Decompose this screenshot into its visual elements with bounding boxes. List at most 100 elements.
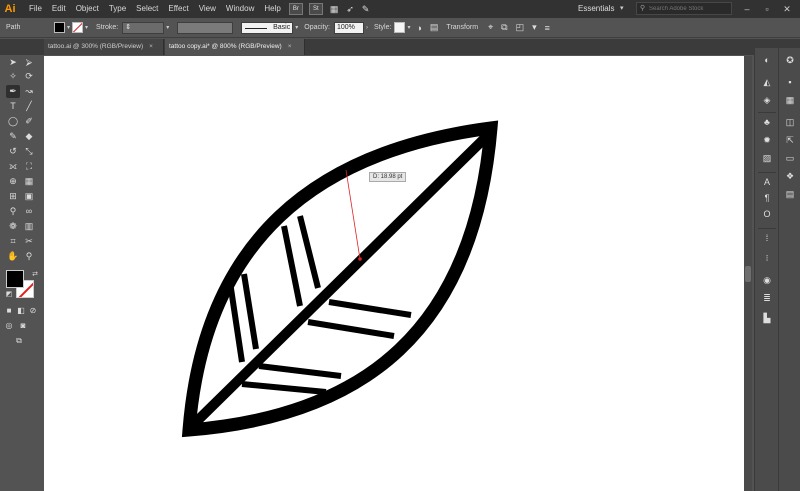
menu-file[interactable]: File (24, 0, 47, 18)
chevron-down-icon[interactable]: ▾ (620, 3, 624, 15)
free-transform-tool-icon[interactable]: ⛶ (22, 160, 36, 173)
zoom-tool-icon[interactable]: ⚲ (22, 250, 36, 263)
bridge-icon[interactable]: Br (288, 3, 303, 15)
pathfinder-panel-icon[interactable]: ◉ (760, 274, 774, 287)
fill-swatch[interactable] (6, 270, 24, 288)
curvature-tool-icon[interactable]: ↝ (22, 85, 36, 98)
symbols-panel-icon[interactable]: ♣ (760, 116, 774, 129)
select-similar-icon[interactable]: ⧉ (501, 22, 507, 33)
menu-help[interactable]: Help (259, 0, 285, 18)
align-icon[interactable]: ▤ (430, 22, 439, 33)
swap-fill-stroke-icon[interactable]: ⇄ (28, 268, 42, 281)
fill-color-swatch[interactable] (54, 22, 65, 33)
properties-panel-icon[interactable]: ◐ (760, 54, 774, 67)
brushes-panel-icon[interactable]: ▨ (760, 152, 774, 165)
menu-object[interactable]: Object (71, 0, 104, 18)
style-label[interactable]: Style: (374, 24, 392, 31)
libraries-panel-icon[interactable]: ✪ (783, 54, 797, 67)
graphic-style-swatch[interactable] (394, 22, 406, 33)
scrollbar-thumb[interactable] (745, 266, 751, 282)
line-segment-tool-icon[interactable]: ╱ (22, 100, 36, 113)
transform-link[interactable]: Transform (446, 24, 478, 31)
stroke-color-swatch[interactable] (72, 22, 84, 33)
eraser-tool-icon[interactable]: ◆ (22, 130, 36, 143)
paintbrush-tool-icon[interactable]: ✐ (22, 115, 36, 128)
stock-icon[interactable]: St (308, 3, 323, 15)
menu-edit[interactable]: Edit (47, 0, 71, 18)
draw-inside-icon[interactable]: ◙ (16, 319, 30, 332)
vertical-scrollbar[interactable] (744, 56, 752, 491)
blend-tool-icon[interactable]: ∞ (22, 205, 36, 218)
menu-type[interactable]: Type (104, 0, 131, 18)
opacity-label[interactable]: Opacity: (304, 24, 330, 31)
color-panel-icon[interactable]: ◭ (760, 76, 774, 89)
paragraph-panel-icon[interactable]: ¶ (760, 192, 774, 205)
ellipse-tool-icon[interactable]: ◯ (6, 115, 20, 128)
maximize-icon[interactable]: ▫ (760, 2, 774, 16)
hand-tool-icon[interactable]: ✋ (6, 250, 20, 263)
chevron-down-icon[interactable]: ▾ (532, 22, 537, 33)
stroke-panel-icon[interactable]: ≣ (760, 292, 774, 305)
tab-tattoo[interactable]: tattoo.ai @ 300% (RGB/Preview) × (44, 39, 164, 55)
menu-window[interactable]: Window (221, 0, 259, 18)
chevron-down-icon[interactable]: ▾ (295, 24, 298, 31)
opentype-panel-icon[interactable]: O (760, 208, 774, 221)
close-icon[interactable]: × (149, 43, 153, 50)
leaf-artwork[interactable] (44, 56, 744, 491)
stroke-weight-field[interactable]: ⇕ (122, 21, 165, 34)
chevron-down-icon[interactable]: ▾ (85, 24, 88, 31)
workspace-grid-icon[interactable]: ▦ (330, 4, 339, 15)
selection-tool-icon[interactable]: ➤ (6, 56, 20, 69)
search-input[interactable] (649, 4, 729, 14)
shaper-tool-icon[interactable]: ✎ (6, 130, 20, 143)
screen-mode-icon[interactable]: ⧉ (12, 334, 26, 347)
character-panel-icon[interactable]: A (760, 176, 774, 189)
menu-select[interactable]: Select (131, 0, 163, 18)
symbol-sprayer-tool-icon[interactable]: ❁ (6, 220, 20, 233)
chevron-right-icon[interactable]: › (366, 25, 368, 31)
minimize-icon[interactable]: – (740, 2, 754, 16)
perspective-grid-tool-icon[interactable]: ▦ (22, 175, 36, 188)
artboards-panel-icon[interactable]: ▙ (760, 312, 774, 325)
column-graph-tool-icon[interactable]: ▥ (22, 220, 36, 233)
panel-menu-icon[interactable]: ≡ (545, 23, 550, 33)
none-mode-icon[interactable]: ⊘ (26, 304, 40, 317)
rotate-tool-icon[interactable]: ↺ (6, 145, 20, 158)
opacity-field[interactable]: 100% (333, 21, 364, 34)
recolor-artwork-icon[interactable]: ◑ (416, 23, 421, 33)
transparency-panel-icon[interactable]: ◫ (783, 116, 797, 129)
width-tool-icon[interactable]: ⟗ (6, 160, 20, 173)
export-panel-icon[interactable]: ⇱ (783, 134, 797, 147)
isolate-icon[interactable]: ⌖ (488, 22, 493, 33)
gpu-rocket-icon[interactable]: ➶ (346, 4, 354, 15)
artboard-tool-icon[interactable]: ⌗ (6, 235, 20, 248)
tab-tattoo-copy[interactable]: tattoo copy.ai* @ 800% (RGB/Preview) × (165, 39, 305, 55)
pen-tool-icon[interactable]: ✒ (6, 85, 20, 98)
swatches-panel-icon[interactable]: ◈ (760, 94, 774, 107)
lasso-tool-icon[interactable]: ⟳ (22, 70, 36, 83)
menu-view[interactable]: View (194, 0, 221, 18)
stroke-label[interactable]: Stroke: (96, 24, 118, 31)
draw-mode-icon[interactable]: ◎ (2, 319, 16, 332)
direct-selection-tool-icon[interactable]: ⮚ (22, 56, 36, 69)
appearance-panel-icon[interactable]: ▪ (783, 76, 797, 89)
artboard-canvas[interactable]: D: 18.98 pt (44, 56, 744, 491)
graphic-styles-panel-icon[interactable]: ✹ (760, 134, 774, 147)
shape-mode-icon[interactable]: ◰ (516, 22, 525, 33)
layers-panel-icon[interactable]: ❖ (783, 170, 797, 183)
slice-tool-icon[interactable]: ✂ (22, 235, 36, 248)
default-colors-icon[interactable]: ◩ (2, 288, 16, 301)
gradient-panel-icon[interactable]: ▦ (783, 94, 797, 107)
eyedropper-tool-icon[interactable]: ⚲ (6, 205, 20, 218)
links-panel-icon[interactable]: ▤ (783, 188, 797, 201)
stock-search[interactable]: ⚲ (636, 2, 732, 15)
scale-tool-icon[interactable]: ⤡ (22, 145, 36, 158)
magic-wand-tool-icon[interactable]: ✧ (6, 70, 20, 83)
close-icon[interactable]: × (288, 43, 292, 50)
align-panel-icon[interactable]: ⁞ (760, 232, 774, 245)
brush-definition[interactable]: Basic (241, 21, 294, 34)
mesh-tool-icon[interactable]: ⊞ (6, 190, 20, 203)
chevron-down-icon[interactable]: ▾ (407, 24, 410, 31)
brush-tool-icon[interactable]: ✎ (362, 4, 370, 15)
shape-builder-tool-icon[interactable]: ⊕ (6, 175, 20, 188)
